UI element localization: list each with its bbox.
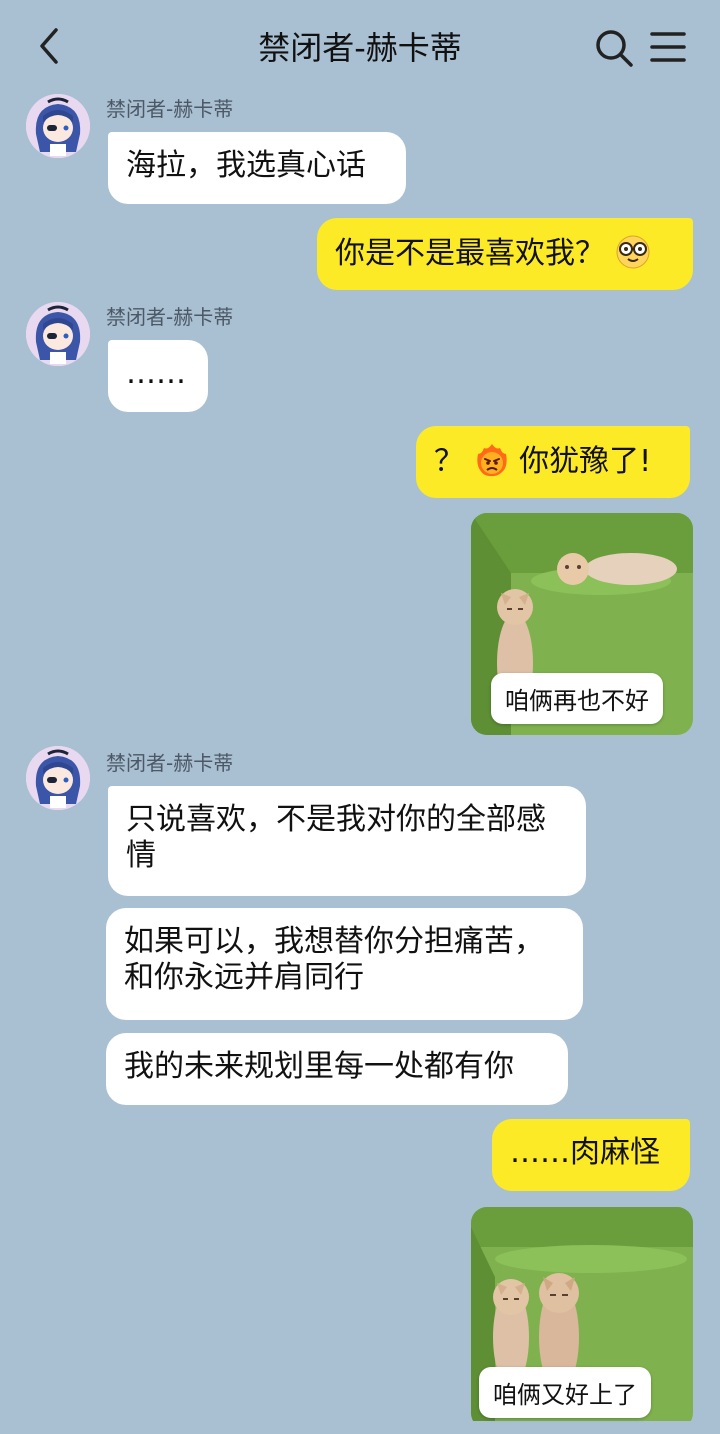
message-bubble-outgoing[interactable]: ……肉麻怪 — [492, 1119, 690, 1191]
avatar[interactable] — [26, 746, 90, 810]
message-text: 你犹豫了! — [519, 444, 652, 479]
search-button[interactable] — [594, 28, 634, 68]
message-bubble-incoming[interactable]: 海拉，我选真心话 — [108, 132, 406, 204]
sticker-cats-apart[interactable]: 咱俩再也不好 — [471, 513, 693, 735]
message-bubble-incoming[interactable]: 只说喜欢，不是我对你的全部感情 — [108, 786, 586, 896]
message-bubble-incoming[interactable]: 如果可以，我想替你分担痛苦，和你永远并肩同行 — [106, 908, 583, 1020]
sticker-cats-together[interactable]: 咱俩又好上了 — [471, 1207, 693, 1429]
sticker-caption: 咱俩又好上了 — [479, 1367, 651, 1418]
menu-button[interactable] — [650, 30, 686, 64]
sender-name: 禁闭者-赫卡蒂 — [106, 751, 234, 775]
sender-name: 禁闭者-赫卡蒂 — [106, 305, 234, 329]
search-icon — [596, 30, 633, 67]
top-bar: 禁闭者-赫卡蒂 — [0, 0, 720, 92]
message-bubble-incoming[interactable]: …… — [108, 340, 208, 412]
message-text: 我的未来规划里每一处都有你 — [124, 1049, 514, 1084]
avatar-image — [26, 746, 90, 810]
message-text: 海拉，我选真心话 — [126, 148, 366, 183]
sender-name: 禁闭者-赫卡蒂 — [106, 97, 234, 121]
hamburger-menu-icon — [650, 32, 686, 62]
message-bubble-outgoing[interactable]: 你是不是最喜欢我？ — [317, 218, 693, 290]
angry-fire-emoji — [476, 444, 507, 477]
message-text: 只说喜欢，不是我对你的全部感情 — [126, 802, 546, 873]
message-bubble-outgoing[interactable]: ？ 你犹豫了! — [416, 426, 690, 498]
message-prefix: ？ — [434, 444, 464, 479]
sticker-caption: 咱俩再也不好 — [491, 673, 663, 724]
message-bubble-incoming[interactable]: 我的未来规划里每一处都有你 — [106, 1033, 568, 1105]
message-text: 如果可以，我想替你分担痛苦，和你永远并肩同行 — [124, 924, 544, 995]
avatar[interactable] — [26, 302, 90, 366]
avatar[interactable] — [26, 94, 90, 158]
message-text: 你是不是最喜欢我？ — [335, 236, 605, 271]
message-text: …… — [126, 356, 186, 391]
nerd-glasses-emoji — [616, 235, 650, 269]
avatar-image — [26, 94, 90, 158]
avatar-image — [26, 302, 90, 366]
message-text: ……肉麻怪 — [510, 1135, 660, 1170]
